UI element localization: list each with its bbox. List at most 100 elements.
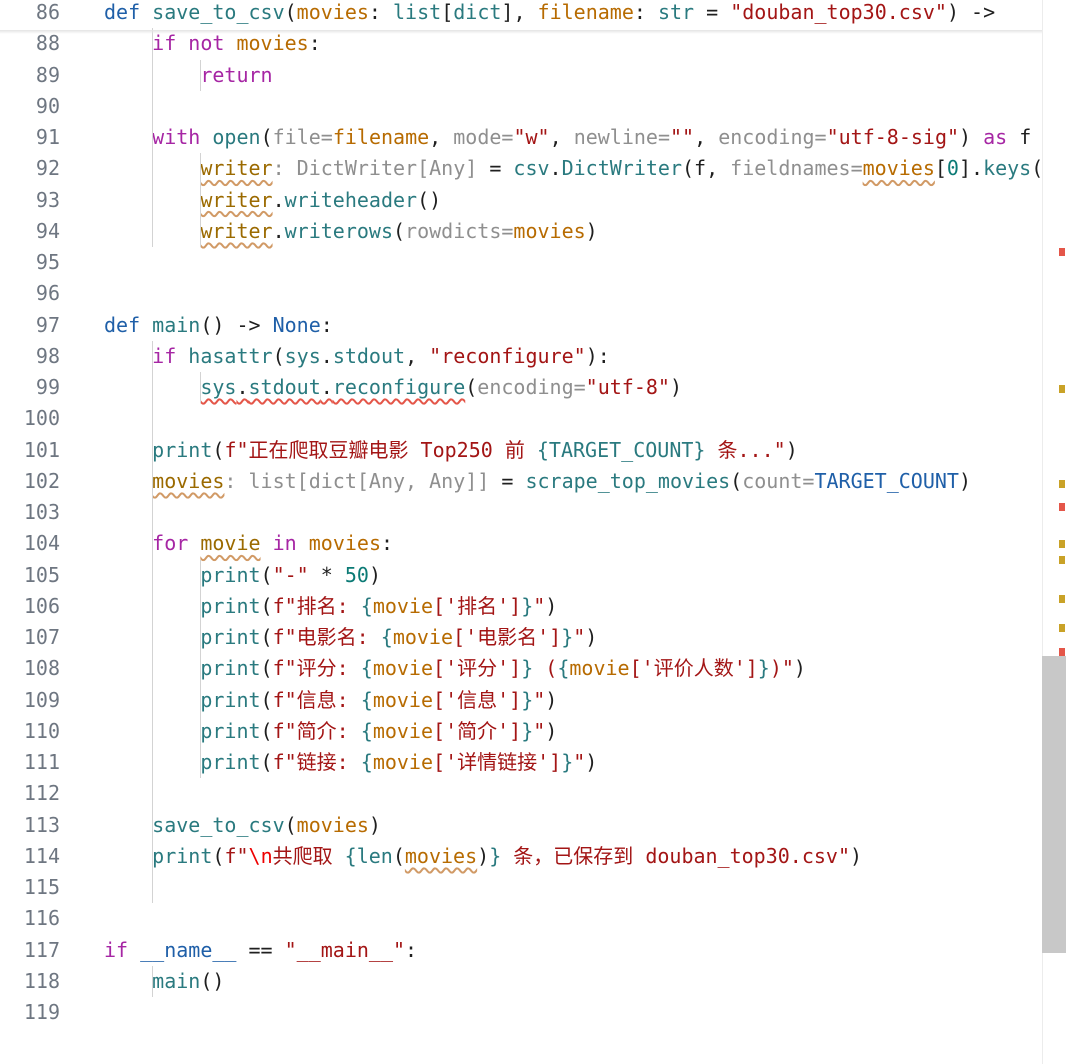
code-token: ): [585, 343, 610, 368]
code-line[interactable]: 97 def main() -> None: [0, 310, 1042, 341]
line-number: 95 [35, 250, 60, 274]
code-line[interactable]: 99 sys.stdout.reconfigure(encoding="utf-… [0, 372, 1042, 403]
code-line[interactable]: 116 [0, 903, 1042, 934]
code-line[interactable]: 89 return [0, 60, 1042, 91]
code-line[interactable]: 93 writer.writeheader() [0, 185, 1042, 216]
code-token: print [200, 687, 261, 712]
code-token: () [417, 187, 442, 212]
line-number: 115 [23, 875, 60, 899]
code-line[interactable]: 114 print(f"\n共爬取 {len(movies)} 条，已保存到 d… [0, 841, 1042, 872]
code-token: ], [501, 0, 538, 24]
code-token: print [200, 562, 261, 587]
code-token: ) [669, 375, 683, 399]
code-token: ( [212, 437, 225, 462]
code-token: ) [959, 125, 984, 149]
code-token: print [200, 718, 261, 743]
code-token: print [152, 437, 213, 462]
warning-marker [1059, 540, 1065, 548]
code-line[interactable]: 96 [0, 278, 1042, 309]
code-line[interactable]: 101 print(f"正在爬取豆瓣电影 Top250 前 {TARGET_CO… [0, 435, 1042, 466]
code-line[interactable]: 95 [0, 247, 1042, 278]
scrollbar-thumb[interactable] [1042, 656, 1066, 953]
code-token: stdout [248, 375, 321, 399]
code-token: if [152, 343, 189, 368]
line-number: 110 [23, 718, 60, 743]
code-token: None [272, 312, 321, 337]
code-token: ) [477, 843, 490, 868]
code-line[interactable]: 106 print(f"排名: {movie['排名']}") [0, 591, 1042, 622]
code-line[interactable]: 110 print(f"简介: {movie['简介']}") [0, 716, 1042, 747]
code-line[interactable]: 98 if hasattr(sys.stdout, "reconfigure")… [0, 341, 1042, 372]
code-token: movie [372, 718, 434, 743]
code-token: ( [260, 593, 273, 618]
code-line[interactable]: 118 main() [0, 966, 1042, 997]
code-line[interactable]: 92 writer: DictWriter[Any] = csv.DictWri… [0, 153, 1042, 184]
code-token: { [360, 718, 373, 743]
line-number: 101 [23, 437, 60, 462]
code-token: ['评价人数'] [629, 656, 758, 681]
code-line[interactable]: 104 for movie in movies: [0, 528, 1042, 559]
indent-guide [199, 153, 201, 247]
code-token: 共爬取 [272, 843, 345, 868]
line-number: 116 [23, 906, 60, 931]
code-line[interactable]: 100 [0, 403, 1042, 434]
code-token: f [1019, 125, 1032, 149]
code-token: movies [308, 531, 381, 556]
code-token: 0 [946, 156, 959, 181]
code-line[interactable]: 94 writer.writerows(rowdicts=movies) [0, 216, 1042, 247]
code-token: = [489, 468, 526, 493]
code-text: main() [104, 966, 224, 997]
code-token: as [983, 125, 1020, 149]
line-number: 97 [35, 312, 60, 337]
code-token: . [320, 375, 333, 399]
code-token: : [308, 31, 321, 56]
code-line[interactable]: 90 [0, 91, 1042, 122]
code-line[interactable]: 107 print(f"电影名: {movie['电影名']}") [0, 622, 1042, 653]
code-token: } [521, 718, 534, 743]
code-line[interactable]: 91 with open(file=filename, mode="w", ne… [0, 122, 1042, 153]
code-token: writerows [284, 218, 393, 243]
code-token: ( [465, 375, 478, 399]
code-token: keys [983, 156, 1032, 181]
code-line[interactable]: 86 def save_to_csv(movies: list[dict], fi… [0, 0, 1042, 28]
code-text: for movie in movies: [104, 528, 393, 559]
code-editor[interactable]: 86 def save_to_csv(movies: list[dict], fi… [0, 0, 1042, 1064]
code-token: ) [545, 718, 558, 743]
code-token: "utf-8" [585, 375, 670, 399]
code-token: list [393, 0, 442, 24]
code-token: movie [200, 531, 261, 556]
code-token: movies [236, 31, 309, 56]
code-line[interactable]: 111 print(f"链接: {movie['详情链接']}") [0, 747, 1042, 778]
code-token: ) [545, 687, 558, 712]
code-token: return [200, 62, 273, 87]
code-line[interactable]: 108 print(f"评分: {movie['评分']} ({movie['评… [0, 653, 1042, 684]
line-number: 102 [23, 468, 60, 493]
code-line[interactable]: 105 print("-" * 50) [0, 560, 1042, 591]
code-token: "" [670, 125, 695, 149]
code-token: , [405, 343, 430, 368]
code-line[interactable]: 112 [0, 778, 1042, 809]
code-line[interactable]: 117 if __name__ == "__main__": [0, 935, 1042, 966]
code-text: print(f"正在爬取豆瓣电影 Top250 前 {TARGET_COUNT}… [104, 435, 798, 466]
code-token: reconfigure [332, 375, 466, 399]
code-line[interactable]: 103 [0, 497, 1042, 528]
code-token: "__main__" [284, 937, 406, 962]
code-line[interactable]: 115 [0, 872, 1042, 903]
code-token: () [200, 968, 225, 993]
code-token: . [272, 187, 285, 212]
code-token: ) [545, 593, 558, 618]
code-line[interactable]: 119 [0, 997, 1042, 1028]
code-token: ['信息'] [433, 687, 522, 712]
code-text: with open(file=filename, mode="w", newli… [104, 122, 1031, 153]
code-token: mode= [453, 125, 514, 149]
code-line[interactable]: 109 print(f"信息: {movie['信息']}") [0, 685, 1042, 716]
code-line[interactable]: 102 movies: list[dict[Any, Any]] = scrap… [0, 466, 1042, 497]
error-marker [1059, 248, 1065, 256]
line-number: 103 [23, 500, 60, 524]
code-token: . [320, 343, 333, 368]
code-token: == [236, 937, 285, 962]
code-line[interactable]: 113 save_to_csv(movies) [0, 810, 1042, 841]
